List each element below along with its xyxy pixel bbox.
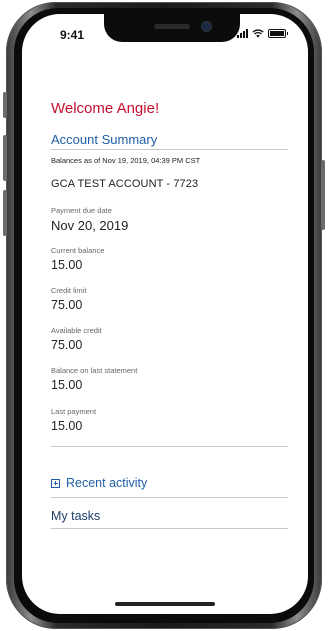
- balance-last-statement-value: 15.00: [51, 378, 83, 392]
- account-name: GCA TEST ACCOUNT - 7723: [51, 178, 199, 190]
- home-indicator: [115, 602, 215, 606]
- status-time: 9:41: [60, 28, 85, 42]
- divider: [51, 446, 288, 447]
- available-credit-label: Available credit: [51, 326, 102, 335]
- divider: [51, 497, 288, 498]
- my-tasks-link[interactable]: My tasks: [51, 509, 100, 523]
- recent-activity-toggle[interactable]: Recent activity: [51, 476, 147, 490]
- account-summary-title: Account Summary: [51, 132, 158, 147]
- current-balance-value: 15.00: [51, 258, 83, 272]
- silent-switch: [3, 92, 7, 118]
- volume-down-button: [3, 190, 7, 236]
- current-balance-label: Current balance: [51, 246, 105, 255]
- last-payment-value: 15.00: [51, 419, 83, 433]
- wifi-icon: [252, 29, 264, 38]
- front-camera: [202, 22, 211, 31]
- available-credit-value: 75.00: [51, 338, 83, 352]
- balances-as-of: Balances as of Nov 19, 2019, 04:39 PM CS…: [51, 156, 201, 165]
- notch: [104, 14, 240, 42]
- credit-limit-label: Credit limit: [51, 286, 87, 295]
- plus-box-icon: [51, 478, 60, 488]
- credit-limit-value: 75.00: [51, 298, 83, 312]
- battery-icon: [268, 29, 288, 38]
- volume-up-button: [3, 135, 7, 181]
- screen: 9:41 Welcome Angie! Account Summary Bala…: [22, 14, 308, 614]
- account-summary-panel: Welcome Angie! Account Summary Balances …: [32, 76, 298, 614]
- welcome-heading: Welcome Angie!: [51, 100, 160, 117]
- recent-activity-label: Recent activity: [66, 476, 148, 490]
- divider: [51, 528, 288, 529]
- speaker-grille: [154, 24, 190, 29]
- divider: [51, 149, 288, 150]
- payment-due-date-label: Payment due date: [51, 206, 112, 215]
- balance-last-statement-label: Balance on last statement: [51, 366, 138, 375]
- status-icons: [237, 29, 288, 38]
- last-payment-label: Last payment: [51, 407, 97, 416]
- payment-due-date-value: Nov 20, 2019: [51, 218, 129, 233]
- power-button: [321, 160, 325, 230]
